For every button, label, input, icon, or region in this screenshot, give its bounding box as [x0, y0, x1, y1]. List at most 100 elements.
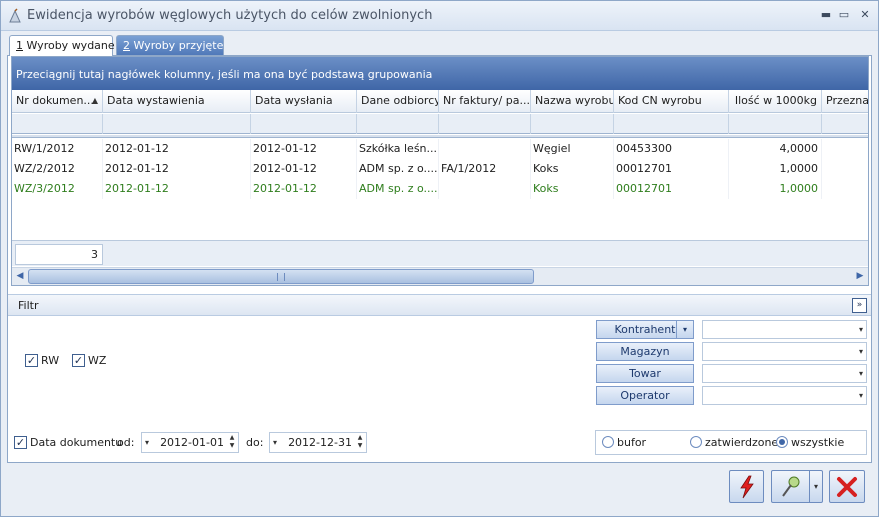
- towar-combo[interactable]: ▾: [702, 364, 867, 383]
- scroll-right-icon[interactable]: ▶: [852, 268, 868, 285]
- date-from-value: 2012-01-01: [160, 436, 224, 449]
- table-row[interactable]: RW/1/2012 2012-01-12 2012-01-12 Szkółka …: [12, 139, 868, 159]
- cell-kod-cn: 00453300: [614, 139, 729, 159]
- filter-cell[interactable]: [357, 114, 439, 134]
- filter-cell[interactable]: [103, 114, 251, 134]
- chevron-double-down-icon[interactable]: »: [852, 298, 867, 313]
- cell-nazwa-wyrobu: Koks: [531, 179, 614, 199]
- kontrahent-button[interactable]: Kontrahent ▾: [596, 320, 694, 339]
- radio-wszystkie[interactable]: wszystkie: [776, 436, 844, 449]
- radio-wszystkie-label: wszystkie: [791, 436, 845, 449]
- operator-button[interactable]: Operator: [596, 386, 694, 405]
- rw-checkbox[interactable]: ✓ RW: [25, 354, 59, 368]
- grid-filter-row[interactable]: [12, 114, 868, 134]
- radio-bufor[interactable]: bufor: [602, 436, 646, 449]
- grid-header: Nr dokumen... ▲ Data wystawienia Data wys…: [12, 90, 868, 113]
- calendar-dropdown-icon[interactable]: ▾: [273, 433, 277, 453]
- data-dokumentu-label: Data dokumentu: [30, 436, 123, 449]
- pin-split-button[interactable]: ▾: [771, 470, 823, 503]
- radio-zatwierdzone-label: zatwierdzone: [705, 436, 779, 449]
- dropdown-arrow-icon[interactable]: ▾: [809, 471, 822, 502]
- column-header-nr-dokumentu-label: Nr dokumen...: [16, 94, 94, 107]
- date-to-value: 2012-12-31: [288, 436, 352, 449]
- filter-cell[interactable]: [12, 114, 103, 134]
- cell-ilosc: 4,0000: [729, 139, 822, 159]
- tab-wyroby-wydane-key: 1: [16, 39, 23, 52]
- radio-circle-icon: [690, 436, 702, 448]
- kontrahent-combo[interactable]: ▾: [702, 320, 867, 339]
- operator-combo[interactable]: ▾: [702, 386, 867, 405]
- scroll-left-icon[interactable]: ◀: [12, 268, 28, 285]
- status-radio-group: bufor zatwierdzone wszystkie: [595, 430, 867, 455]
- tab-wyroby-przyjete[interactable]: 2 Wyroby przyjęte: [116, 35, 224, 55]
- column-header-nr-dokumentu[interactable]: Nr dokumen... ▲: [12, 90, 103, 113]
- column-header-data-wystawienia[interactable]: Data wystawienia: [103, 90, 251, 113]
- close-window-icon[interactable]: ✕: [858, 8, 872, 22]
- scroll-grip-icon: [277, 273, 285, 281]
- app-icon: [9, 8, 21, 23]
- column-header-nr-faktury[interactable]: Nr faktury/ pa...: [439, 90, 531, 113]
- column-header-ilosc[interactable]: Ilość w 1000kg: [729, 90, 822, 113]
- filter-header: Filtr »: [8, 294, 871, 316]
- data-dokumentu-checkbox[interactable]: ✓ Data dokumentu: [14, 436, 122, 450]
- filter-cell[interactable]: [439, 114, 531, 134]
- date-from-label: od:: [117, 436, 135, 449]
- cell-data-wyslania: 2012-01-12: [251, 159, 357, 179]
- spinner-icon[interactable]: ▲ ▼: [227, 434, 237, 451]
- tab-wyroby-wydane[interactable]: 1 Wyroby wydane: [9, 35, 115, 56]
- filter-cell[interactable]: [531, 114, 614, 134]
- chevron-down-icon: ▾: [858, 347, 863, 356]
- checkmark-icon: ✓: [25, 354, 38, 367]
- towar-button[interactable]: Towar: [596, 364, 694, 383]
- group-by-panel[interactable]: Przeciągnij tutaj nagłówek kolumny, jeśl…: [12, 57, 868, 90]
- filter-cell[interactable]: [614, 114, 729, 134]
- dropdown-arrow-icon[interactable]: ▾: [676, 321, 693, 338]
- maximize-icon[interactable]: ▭: [837, 8, 851, 22]
- filter-cell[interactable]: [729, 114, 822, 134]
- date-to-field[interactable]: ▾ 2012-12-31 ▲ ▼: [269, 432, 367, 453]
- table-row[interactable]: WZ/3/2012 2012-01-12 2012-01-12 ADM sp. …: [12, 179, 868, 199]
- date-to-label: do:: [246, 436, 264, 449]
- lightning-icon: [739, 475, 754, 498]
- kontrahent-label: Kontrahent: [614, 323, 676, 336]
- cell-data-wyslania: 2012-01-12: [251, 179, 357, 199]
- column-header-nazwa-wyrobu[interactable]: Nazwa wyrobu: [531, 90, 614, 113]
- checkmark-icon: ✓: [72, 354, 85, 367]
- refresh-button[interactable]: [729, 470, 764, 503]
- minimize-icon[interactable]: ▬: [819, 8, 833, 22]
- magazyn-combo[interactable]: ▾: [702, 342, 867, 361]
- cell-kod-cn: 00012701: [614, 179, 729, 199]
- magazyn-button[interactable]: Magazyn: [596, 342, 694, 361]
- cell-ilosc: 1,0000: [729, 179, 822, 199]
- date-from-field[interactable]: ▾ 2012-01-01 ▲ ▼: [141, 432, 239, 453]
- chevron-down-icon: ▾: [858, 391, 863, 400]
- table-row[interactable]: WZ/2/2012 2012-01-12 2012-01-12 ADM sp. …: [12, 159, 868, 179]
- filter-title: Filtr: [18, 299, 39, 312]
- cell-data-wyslania: 2012-01-12: [251, 139, 357, 159]
- column-header-przeznaczenie[interactable]: Przeznac: [822, 90, 868, 113]
- filter-cell[interactable]: [251, 114, 357, 134]
- cell-dane-odbiorcy: ADM sp. z o....: [357, 179, 439, 199]
- sort-ascending-icon: ▲: [91, 96, 98, 105]
- calendar-dropdown-icon[interactable]: ▾: [145, 433, 149, 453]
- wz-checkbox[interactable]: ✓ WZ: [72, 354, 106, 368]
- cell-data-wystawienia: 2012-01-12: [103, 159, 251, 179]
- cell-nr-faktury: [439, 139, 531, 159]
- window-title: Ewidencja wyrobów węglowych użytych do c…: [27, 8, 433, 23]
- column-header-data-wyslania[interactable]: Data wysłania: [251, 90, 357, 113]
- radio-zatwierdzone[interactable]: zatwierdzone: [690, 436, 778, 449]
- cell-nazwa-wyrobu: Węgiel: [531, 139, 614, 159]
- rw-label: RW: [41, 354, 60, 367]
- record-count: 3: [15, 244, 103, 265]
- tab-wyroby-wydane-label: Wyroby wydane: [23, 39, 115, 52]
- cell-ilosc: 1,0000: [729, 159, 822, 179]
- close-button[interactable]: [829, 470, 865, 503]
- spinner-icon[interactable]: ▲ ▼: [355, 434, 365, 451]
- cell-dane-odbiorcy: ADM sp. z o....: [357, 159, 439, 179]
- radio-circle-icon: [602, 436, 614, 448]
- cell-nr-dokumentu: RW/1/2012: [12, 139, 103, 159]
- column-header-kod-cn[interactable]: Kod CN wyrobu: [614, 90, 729, 113]
- column-header-dane-odbiorcy[interactable]: Dane odbiorcy: [357, 90, 439, 113]
- scroll-thumb[interactable]: [28, 269, 534, 284]
- horizontal-scrollbar[interactable]: ◀ ▶: [12, 267, 868, 285]
